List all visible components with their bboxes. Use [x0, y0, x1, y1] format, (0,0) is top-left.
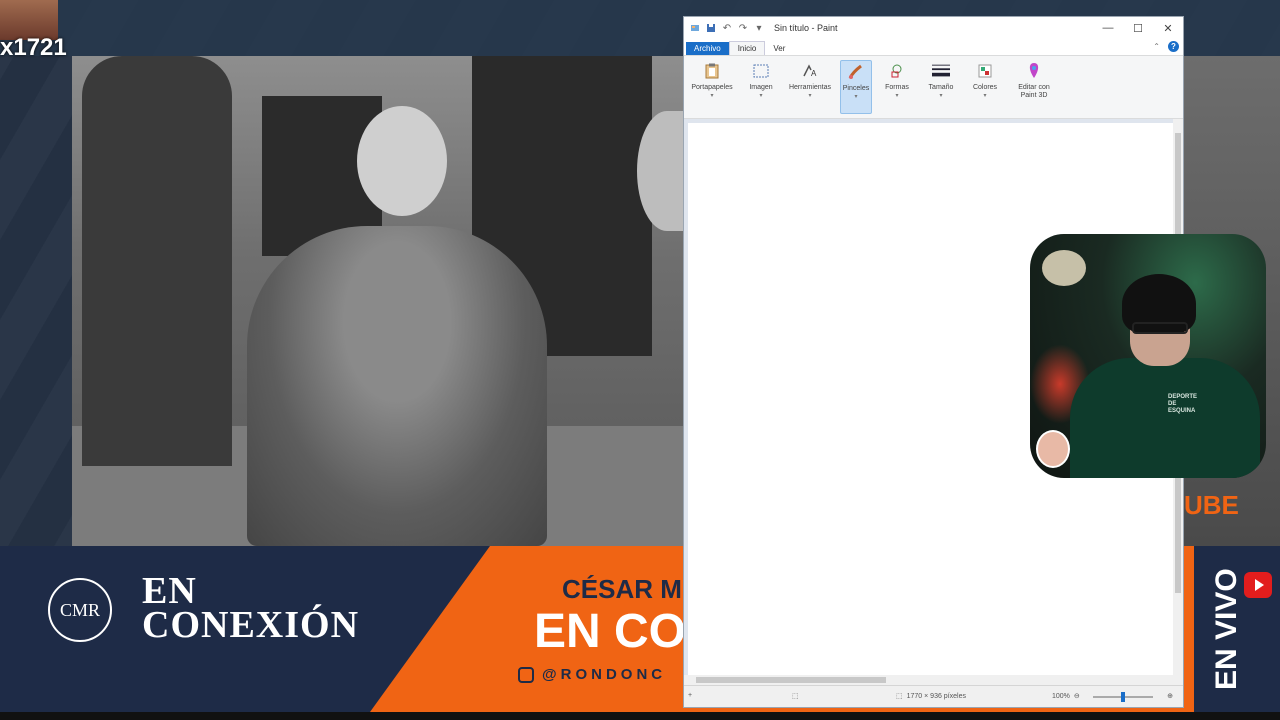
tab-view[interactable]: Ver: [765, 42, 793, 55]
zoom-in-button[interactable]: ⊕: [1167, 692, 1173, 700]
zoom-readout: 100% ⊖: [1052, 692, 1080, 701]
streamer: DEPORTE DE ESQUINA: [1070, 274, 1260, 478]
tab-home[interactable]: Inicio: [728, 41, 766, 55]
photo-head: [357, 106, 447, 216]
dropdown-chevron-icon: ▾: [983, 93, 987, 99]
clipboard-icon: [703, 62, 721, 80]
live-label: EN VIVO: [1210, 568, 1243, 690]
ribbon-edit-paint3d-label: Editar con Paint 3D: [1018, 84, 1050, 99]
horizontal-scroll-thumb[interactable]: [696, 677, 886, 683]
dropdown-chevron-icon: ▾: [854, 94, 858, 100]
ribbon-colors-label: Colores: [972, 84, 998, 91]
zoom-slider-knob[interactable]: [1121, 692, 1125, 702]
ribbon-size-label: Tamaño: [928, 84, 954, 91]
ribbon-image[interactable]: Imagen ▾: [742, 60, 780, 114]
brush-icon: [847, 63, 865, 81]
dropdown-chevron-icon: ▾: [808, 93, 812, 99]
show-title-line1: EN: [142, 570, 197, 612]
cmr-logo: CMR: [48, 578, 112, 642]
color-palette-icon: [976, 62, 994, 80]
quick-access-toolbar: ↶ ↷ ▾: [690, 23, 764, 34]
youtube-text-partial: UBE: [1184, 490, 1239, 520]
ribbon-colors[interactable]: Colores ▾: [966, 60, 1004, 114]
dropdown-chevron-icon: ▾: [759, 93, 763, 99]
ribbon-clipboard-label: Portapapeles: [691, 84, 733, 91]
dropdown-chevron-icon: ▾: [939, 93, 943, 99]
image-select-icon: [752, 62, 770, 80]
ribbon-clipboard[interactable]: Portapapeles ▾: [688, 60, 736, 114]
webcam-overlay: DEPORTE DE ESQUINA: [1030, 234, 1266, 478]
maximize-button[interactable]: ☐: [1123, 17, 1153, 39]
ribbon-tools[interactable]: A Herramientas ▾: [786, 60, 834, 114]
paint-titlebar[interactable]: ↶ ↷ ▾ Sin título - Paint — ☐ ✕: [684, 17, 1183, 39]
redo-icon[interactable]: ↷: [738, 23, 748, 34]
photo-seated-figure: [247, 226, 547, 546]
ribbon-brushes-label: Pinceles: [842, 85, 870, 92]
svg-text:A: A: [811, 69, 817, 78]
historical-photo: [72, 56, 684, 546]
zoom-slider[interactable]: [1093, 692, 1153, 702]
stream-frame: x1721 UBE CMR EN CONEXIÓN CÉSAR M EN CO …: [0, 0, 1280, 720]
ribbon-edit-paint3d[interactable]: Editar con Paint 3D: [1010, 60, 1058, 114]
image-size-readout: ⬚ 1770 × 936 píxeles: [896, 692, 966, 701]
close-button[interactable]: ✕: [1153, 17, 1183, 39]
cartoon-sticker: [1036, 430, 1070, 468]
ribbon-tabs: Archivo Inicio Ver ⌃ ?: [684, 39, 1183, 55]
instagram-icon: [518, 667, 534, 684]
dropdown-chevron-icon: ▾: [710, 93, 714, 99]
dropdown-chevron-icon: ▾: [895, 93, 899, 99]
horizontal-scrollbar[interactable]: [684, 675, 1173, 685]
ribbon-brushes[interactable]: Pinceles ▾: [840, 60, 872, 114]
ribbon-size[interactable]: Tamaño ▾: [922, 60, 960, 114]
undo-icon[interactable]: ↶: [722, 23, 732, 34]
streamer-glasses: [1132, 322, 1188, 334]
ribbon-image-label: Imagen: [749, 84, 773, 91]
window-controls: — ☐ ✕: [1093, 17, 1183, 39]
ribbon: Portapapeles ▾ Imagen ▾ A Herramientas ▾: [684, 55, 1183, 119]
instagram-handle-text: @RONDONC: [542, 666, 667, 683]
selection-size-icon: ⬚: [792, 693, 799, 700]
tools-icon: A: [801, 62, 819, 80]
line-size-icon: [932, 62, 950, 80]
help-icon[interactable]: ?: [1168, 41, 1179, 52]
cursor-position-icon: +: [688, 692, 693, 699]
ribbon-tools-label: Herramientas: [788, 84, 831, 91]
instagram-handle: @RONDONC: [518, 666, 684, 684]
shapes-icon: [888, 62, 906, 80]
collapse-ribbon-chevron-icon[interactable]: ⌃: [1153, 42, 1160, 51]
image-size-icon: ⬚: [896, 693, 903, 700]
save-icon[interactable]: [706, 23, 716, 33]
photo-figure-left: [82, 56, 232, 466]
bottom-bar: [0, 712, 1280, 720]
customize-toolbar-chevron-icon[interactable]: ▾: [754, 23, 764, 34]
show-title-line2: CONEXIÓN: [142, 604, 360, 646]
minimize-button[interactable]: —: [1093, 17, 1123, 39]
youtube-icon: [1244, 572, 1272, 598]
viewer-count-label: x1721: [0, 34, 67, 61]
status-bar: + ⬚ ⬚ 1770 × 936 píxeles 100% ⊖ ⊕: [684, 685, 1183, 707]
ribbon-shapes[interactable]: Formas ▾: [878, 60, 916, 114]
hoodie-print: DEPORTE DE ESQUINA: [1168, 394, 1198, 414]
paint-app-icon[interactable]: [690, 23, 700, 33]
ribbon-shapes-label: Formas: [885, 84, 909, 91]
paint3d-icon: [1025, 62, 1043, 80]
ribbon-controls: ⌃ ?: [1153, 41, 1179, 52]
image-size-text: 1770 × 936 píxeles: [906, 692, 966, 700]
window-title: Sin título - Paint: [774, 23, 838, 33]
zoom-level-text: 100%: [1052, 692, 1070, 700]
tab-file[interactable]: Archivo: [686, 42, 729, 55]
show-title: EN CONEXIÓN: [142, 570, 360, 646]
zoom-out-button[interactable]: ⊖: [1074, 692, 1080, 700]
streamer-hoodie: [1070, 358, 1260, 478]
host-name: CÉSAR M: [562, 574, 682, 604]
show-name-large: EN CO: [534, 605, 684, 658]
